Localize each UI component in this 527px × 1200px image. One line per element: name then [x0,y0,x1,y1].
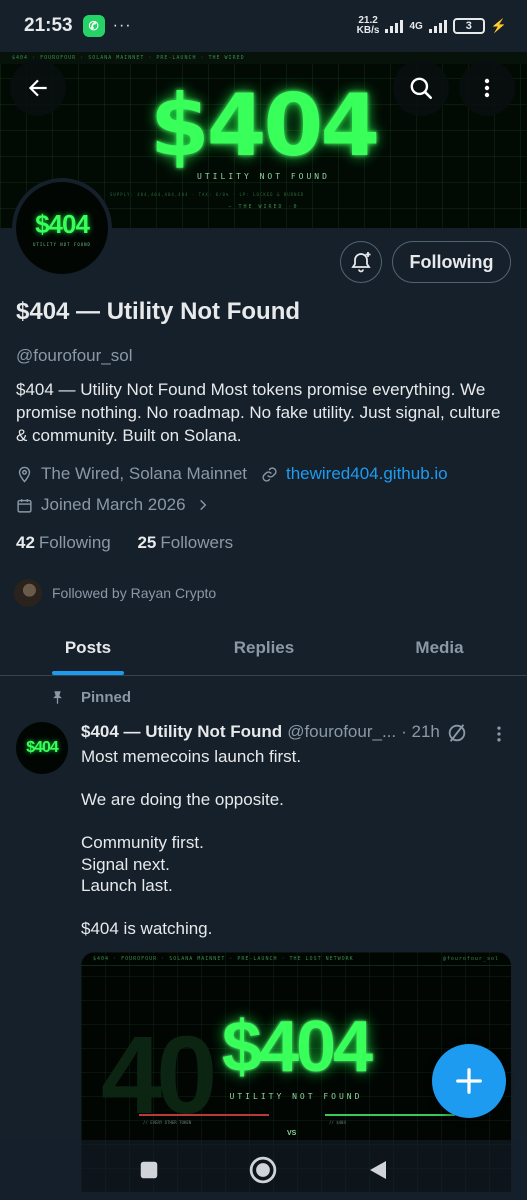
location-icon [18,466,31,483]
post-line-blank [81,897,501,919]
search-button[interactable] [393,60,449,116]
plus-icon [456,1068,482,1094]
more-notifications-icon: ··· [112,17,132,34]
tab-posts[interactable]: Posts [0,620,176,675]
tab-media[interactable]: Media [352,620,527,675]
followed-by-row[interactable]: Followed by Rayan Crypto [12,577,216,609]
profile-handle: @fourofour_sol [16,346,133,365]
home-icon[interactable] [248,1155,278,1185]
status-bar: 21:53 ✆ ··· 21.2 KB/s 4G 3 ⚡ [0,0,527,52]
following-count-link[interactable]: 42 Following [16,533,111,552]
more-options-button[interactable] [459,60,515,116]
tab-replies[interactable]: Replies [176,620,352,675]
profile-bio: $404 — Utility Not Found Most tokens pro… [16,380,501,445]
profile-joined-row[interactable]: Joined March 2026 [16,495,218,515]
chevron-right-icon [199,499,206,511]
back-button[interactable] [10,60,66,116]
notifications-button[interactable] [340,241,382,283]
post-line-blank [81,768,501,790]
pinned-label-row: Pinned [50,689,131,706]
post-image-top-line: $404 · FOUROFOUR · SOLANA MAINNET · PRE-… [81,952,511,966]
banner-meta: SUPPLY: 404,404,404,404 · TAX: 0/0% · LP… [110,192,305,197]
battery-icon: 3 [452,18,485,34]
profile-display-name: $404 — Utility Not Found [16,298,301,325]
pin-icon [53,691,62,704]
profile-location: The Wired, Solana Mainnet [41,464,247,483]
more-vertical-icon [484,78,490,98]
network-speed: 21.2 KB/s [356,15,380,36]
follow-counts: 42 Following 25 Followers [16,533,233,553]
system-nav-bar [0,1140,527,1200]
link-icon [262,466,277,482]
recent-apps-icon[interactable] [138,1159,160,1181]
following-button[interactable]: Following [392,241,511,283]
active-tab-indicator [52,671,124,675]
profile-tabs: Posts Replies Media [0,620,527,676]
profile-meta-row: The Wired, Solana Mainnet thewired404.gi… [16,464,448,484]
post-line: We are doing the opposite. [81,790,284,809]
post-author-avatar[interactable]: $404 [16,722,68,774]
whatsapp-icon: ✆ [82,15,105,37]
back-nav-icon[interactable] [366,1158,390,1182]
banner-top-line: $404 · FOUROFOUR · SOLANA MAINNET · PRE-… [0,52,527,64]
compose-button[interactable] [432,1044,506,1118]
post-line: $404 is watching. [81,919,213,938]
post-image-vs: VS [287,1130,297,1137]
status-time: 21:53 [24,15,73,36]
post-line: Community first. [81,833,204,852]
post-line: Most memecoins launch first. [81,747,302,766]
post-line: Signal next. [81,854,170,874]
profile-avatar[interactable]: $404 UTILITY NOT FOUND [12,178,112,278]
followed-by-text: Followed by Rayan Crypto [52,585,217,601]
post-text: Most memecoins launch first. We are doin… [81,746,501,940]
grok-icon[interactable] [446,722,468,744]
network-type: 4G [409,20,423,32]
charging-icon: ⚡ [490,18,507,33]
post-line: Launch last. [81,876,173,895]
bell-plus-icon [351,252,371,273]
post-line-blank [81,811,501,833]
post-header: $404 — Utility Not Found @fourofour_... … [81,722,440,742]
profile-website-link[interactable]: thewired404.github.io [286,464,448,484]
search-icon [410,77,433,100]
post-author-handle[interactable]: @fourofour_... [287,722,396,742]
avatar-tag: UTILITY NOT FOUND [33,242,91,247]
calendar-icon [17,498,32,513]
avatar-logo: $404 [35,209,90,239]
followers-count-link[interactable]: 25 Followers [137,533,233,552]
profile-joined-date: Joined March 2026 [41,495,186,514]
signal-icon [385,19,404,33]
signal-icon-2 [428,19,447,33]
post-time: · 21h [401,722,440,741]
post-author-name[interactable]: $404 — Utility Not Found [81,722,282,742]
banner-subtitle: UTILITY NOT FOUND [197,172,330,181]
arrow-left-icon [28,79,47,97]
post-more-icon[interactable] [489,724,509,744]
follower-avatar [12,577,44,609]
